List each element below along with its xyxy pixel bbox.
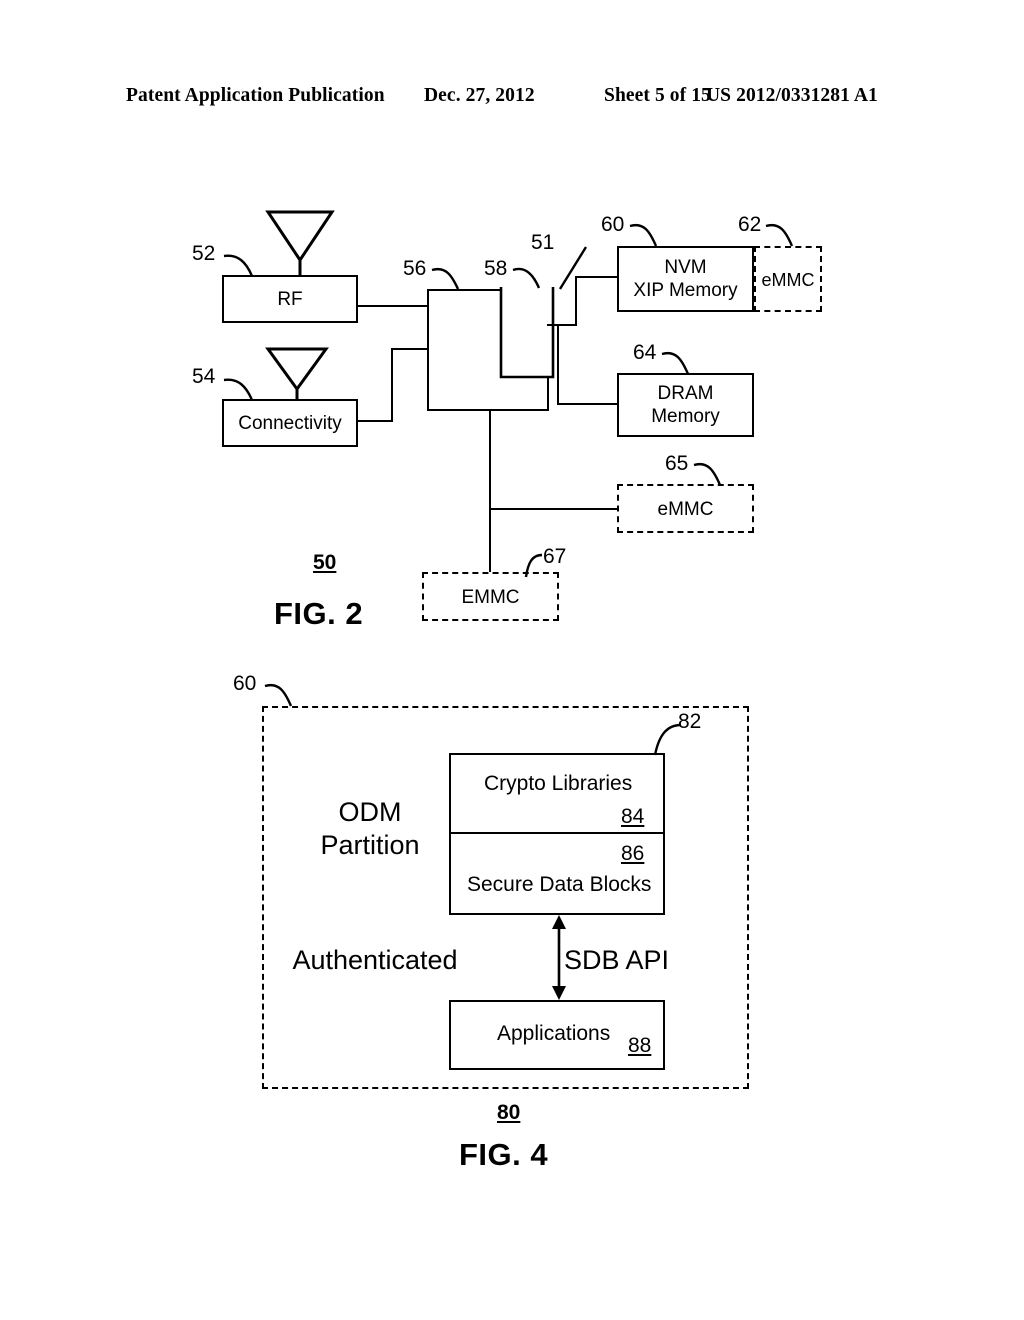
ref-84: 84 (621, 805, 645, 828)
label-authenticated: Authenticated (292, 945, 458, 975)
ref-88: 88 (628, 1034, 652, 1057)
label-sdb-api: SDB API (564, 945, 670, 975)
label-odm-partition-line1: ODM (338, 797, 402, 827)
label-applications: Applications (497, 1022, 611, 1045)
label-odm-partition: ODM Partition (280, 796, 460, 862)
label-odm-partition-line2: Partition (320, 830, 420, 860)
leader-60-fig4 (264, 683, 293, 707)
label-crypto-libraries: Crypto Libraries (484, 772, 633, 795)
leader-82 (653, 723, 682, 756)
figure-4-caption: FIG. 4 (459, 1137, 549, 1172)
figure-4: 60 ODM Partition Authenticated 82 Crypto… (0, 0, 1024, 1320)
figure-4-ref-tag: 80 (497, 1101, 521, 1124)
label-secure-data-blocks: Secure Data Blocks (467, 873, 652, 896)
stack-divider (451, 832, 663, 834)
ref-86: 86 (621, 842, 645, 865)
ref-60-fig4: 60 (233, 672, 257, 695)
